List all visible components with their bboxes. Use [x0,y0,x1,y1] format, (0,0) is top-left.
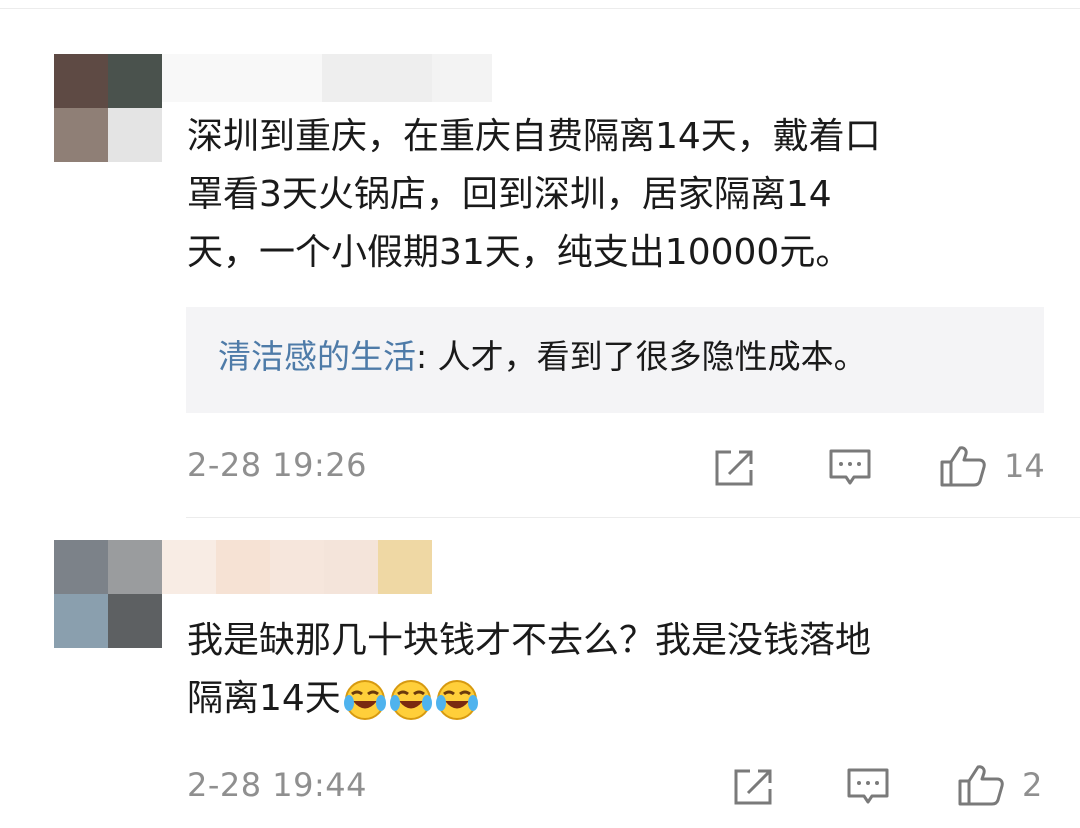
like-count: 14 [1004,447,1045,485]
comment-text: 深圳到重庆，在重庆自费隔离14天，戴着口 罩看3天火锅店，回到深圳，居家隔离14… [187,116,881,273]
comment-timestamp: 2-28 19:26 [187,446,368,484]
crying-laughing-emoji [389,680,432,720]
top-divider [0,8,1080,9]
reply-text: 人才，看到了很多隐性成本。 [437,337,867,376]
reply-preview[interactable]: 清洁感的生活: 人才，看到了很多隐性成本。 [186,307,1044,413]
like-icon[interactable] [957,763,1005,807]
avatar[interactable] [54,540,162,648]
comment-divider [186,517,1080,518]
comment-icon[interactable] [828,448,872,488]
emoji-group [341,678,479,720]
avatar[interactable] [54,54,162,162]
share-icon[interactable] [732,767,776,807]
like-icon[interactable] [939,444,987,488]
comment-timestamp: 2-28 19:44 [187,766,368,804]
username-redacted[interactable] [162,54,492,102]
like-count: 2 [1022,766,1043,804]
comment-text: 我是缺那几十块钱才不去么？我是没钱落地 隔离14天 [187,612,1067,728]
comment-icon[interactable] [846,767,890,807]
reply-separator: : [416,337,438,376]
crying-laughing-emoji [435,680,478,720]
username-redacted[interactable] [162,540,432,594]
crying-laughing-emoji [343,680,386,720]
share-icon[interactable] [713,448,757,488]
reply-author-link[interactable]: 清洁感的生活 [218,337,416,376]
